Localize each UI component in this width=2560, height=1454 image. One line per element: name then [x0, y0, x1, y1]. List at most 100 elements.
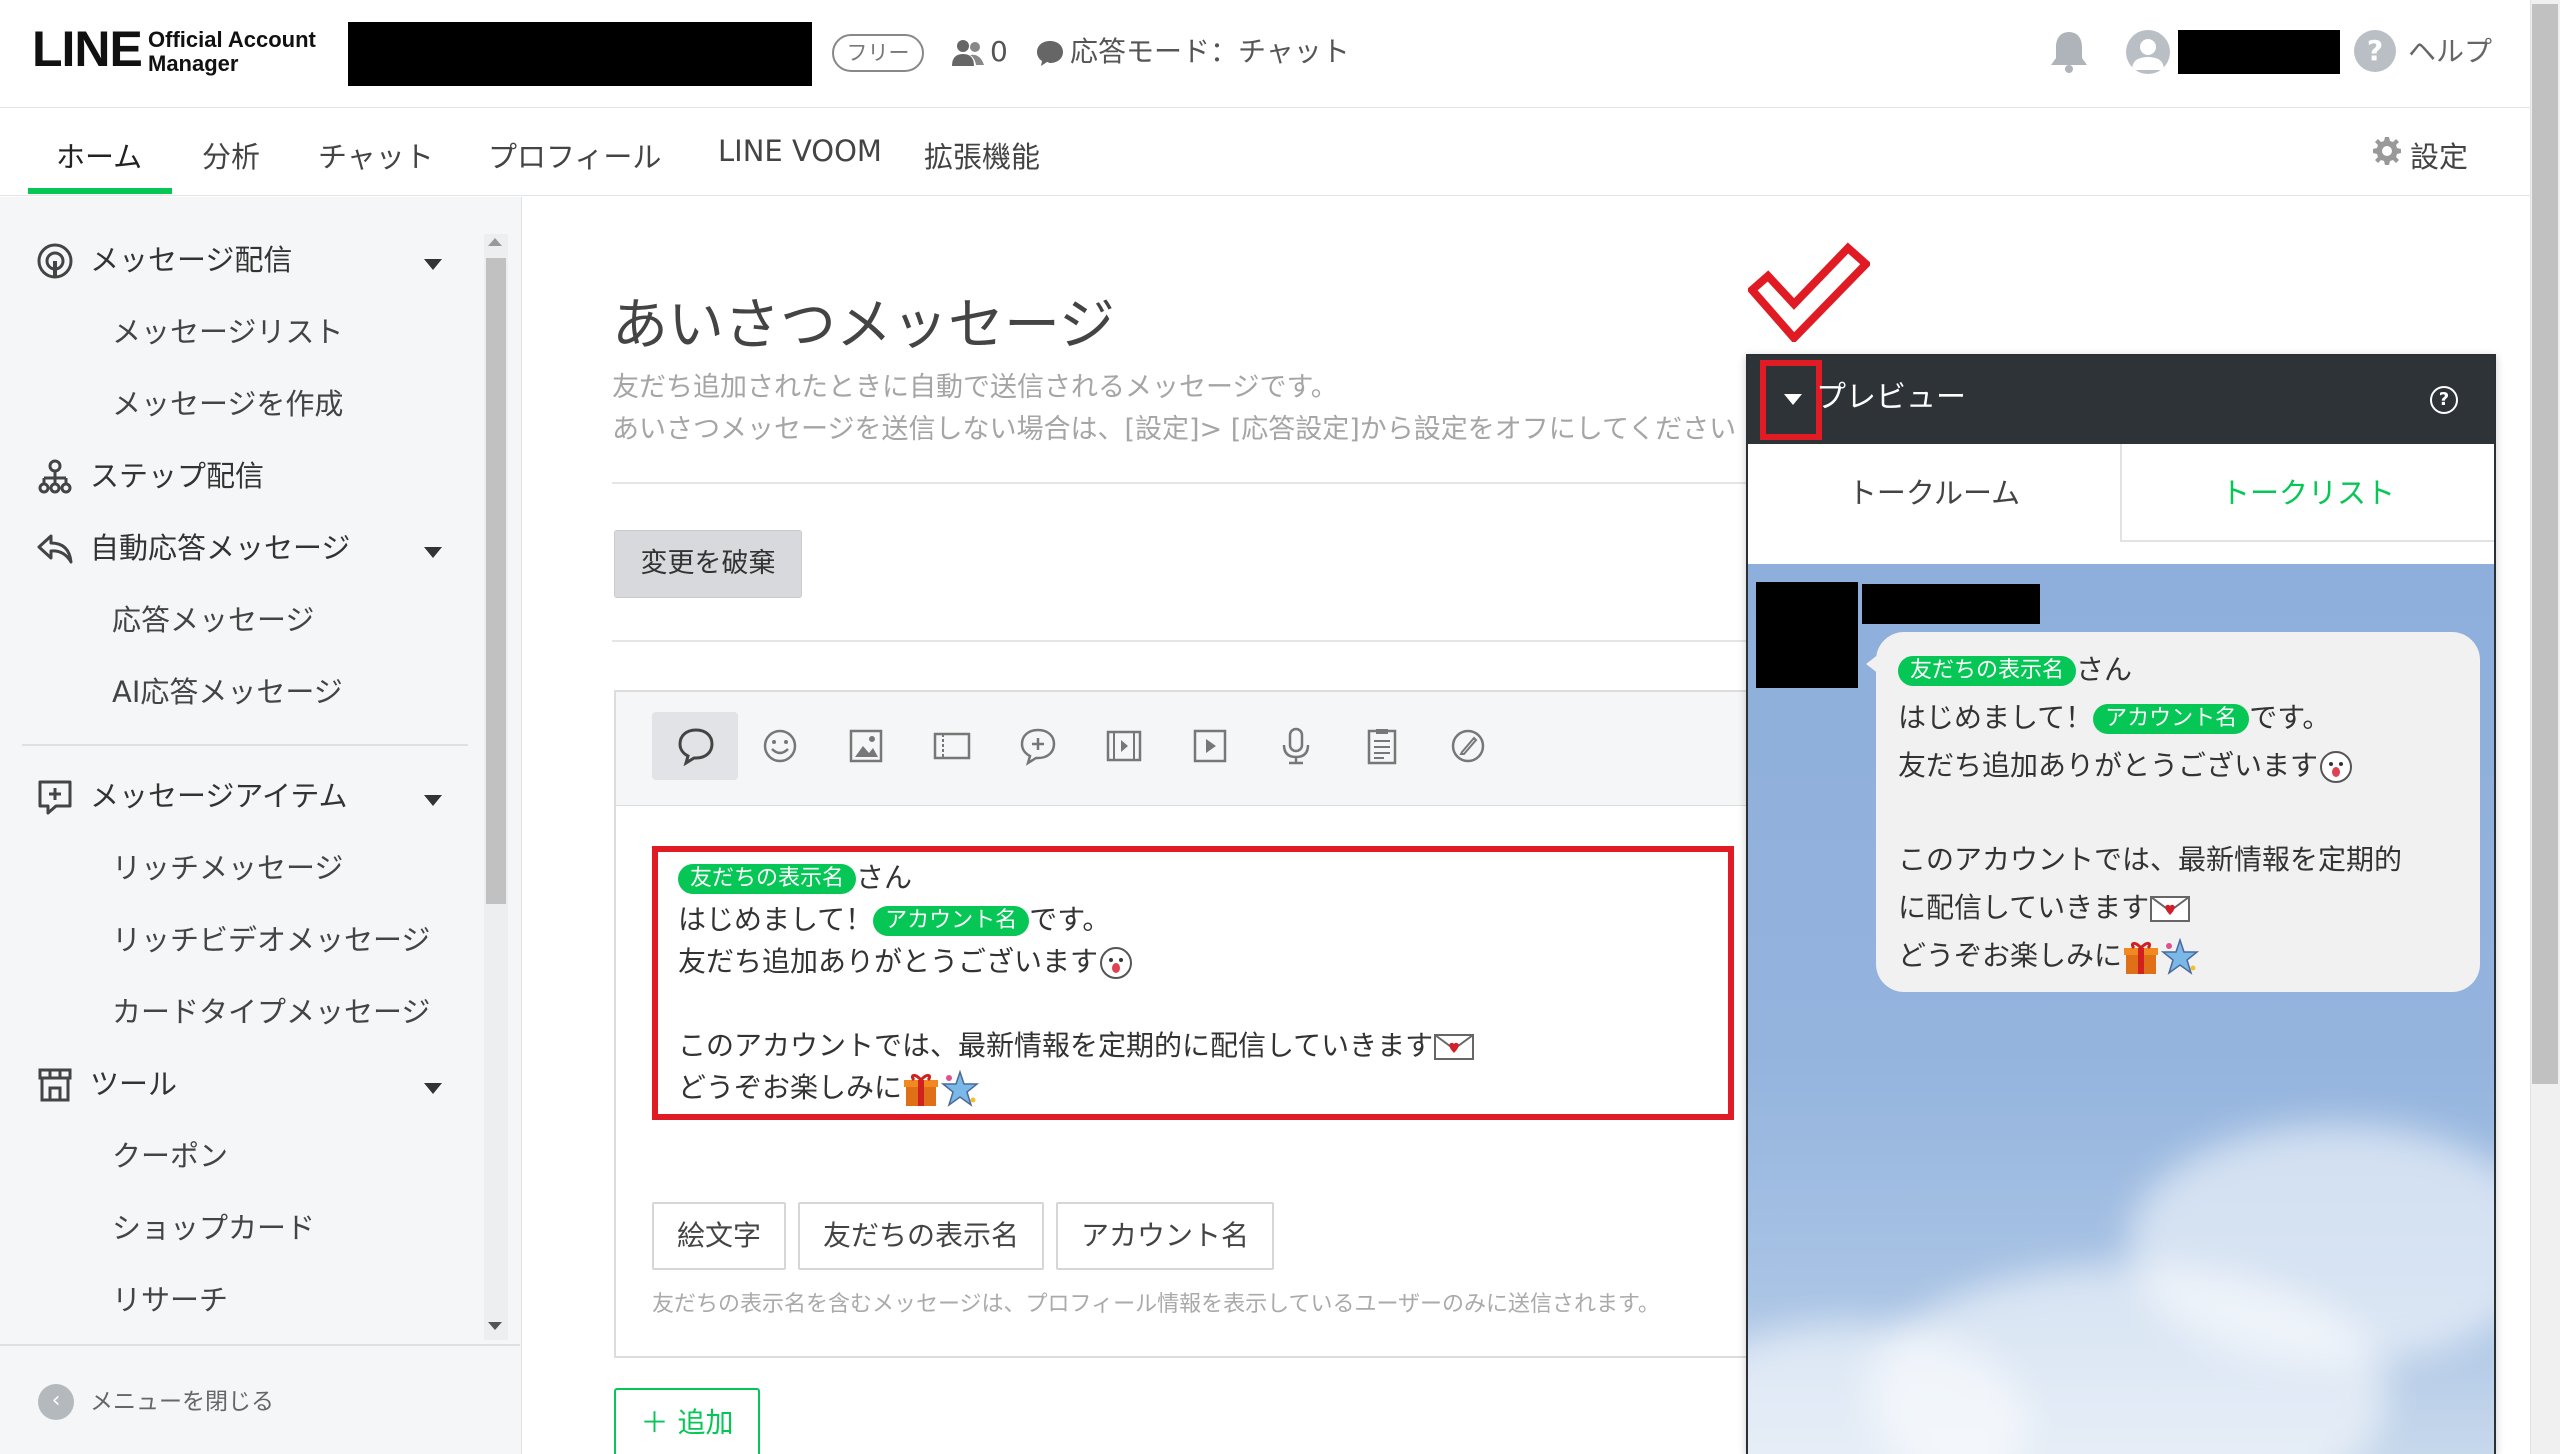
- scroll-up-arrow-icon[interactable]: [488, 238, 502, 246]
- sidebar-item-rich-message[interactable]: リッチメッセージ: [112, 848, 343, 888]
- envelope-heart-icon: [1434, 1034, 1475, 1060]
- friend-name-tag: 友だちの表示名: [1898, 656, 2077, 686]
- sidebar-scrollbar-thumb[interactable]: [486, 258, 506, 904]
- insert-account-name-button[interactable]: アカウント名: [1056, 1202, 1274, 1270]
- sidebar-item-ai-reply[interactable]: AI応答メッセージ: [112, 672, 343, 712]
- message-line-3[interactable]: 友だち追加ありがとうございます: [678, 942, 1134, 982]
- message-line-4[interactable]: このアカウントでは、最新情報を定期的に配信していきます: [678, 1026, 1475, 1066]
- preview-text: さん: [2076, 653, 2133, 686]
- redacted-user-name[interactable]: [2178, 30, 2340, 74]
- text-bubble-icon[interactable]: [676, 726, 716, 766]
- sidebar-item-coupon[interactable]: クーポン: [112, 1136, 228, 1176]
- preview-title: プレビュー: [1816, 380, 1966, 415]
- preview-line-2: はじめまして！ アカウント名 です。: [1898, 698, 2330, 738]
- preview-line-5: どうぞお楽しみに: [1898, 936, 2200, 976]
- sidebar-item-create-message[interactable]: メッセージを作成: [112, 384, 343, 424]
- tab-analytics[interactable]: 分析: [202, 134, 260, 176]
- redacted-account-name[interactable]: [348, 22, 812, 86]
- gift-box-icon: [2124, 941, 2159, 974]
- help-icon[interactable]: ?: [2354, 30, 2396, 72]
- brown-bear-emoji-icon: [1100, 947, 1133, 979]
- friend-name-tag[interactable]: 友だちの表示名: [678, 864, 857, 894]
- message-line-5[interactable]: どうぞお楽しみに: [678, 1068, 980, 1108]
- notification-bell-icon[interactable]: [2048, 30, 2090, 74]
- preview-help-icon[interactable]: ?: [2430, 386, 2458, 414]
- logo-subtitle-line1: Official Account: [148, 27, 316, 52]
- broadcast-icon: [37, 243, 73, 279]
- message-line-2[interactable]: はじめまして！ アカウント名 です。: [678, 900, 1110, 940]
- page-title: あいさつメッセージ: [612, 293, 1115, 358]
- gear-icon[interactable]: [2372, 136, 2402, 166]
- microphone-icon[interactable]: [1276, 726, 1316, 766]
- friend-name-hint: 友だちの表示名を含むメッセージは、プロフィール情報を表示しているユーザーのみに送…: [652, 1292, 1660, 1317]
- sparkle-star-icon: [940, 1070, 980, 1107]
- sidebar-item-tools[interactable]: ツール: [90, 1064, 177, 1104]
- chevron-down-icon[interactable]: [424, 795, 442, 806]
- sidebar-item-card-type-message[interactable]: カードタイプメッセージ: [112, 992, 430, 1032]
- rich-video-icon[interactable]: [1104, 726, 1144, 766]
- reply-icon: [37, 534, 73, 564]
- logo-subtitle: Official Account Manager: [148, 28, 316, 76]
- page-scrollbar-thumb[interactable]: [2532, 4, 2558, 1084]
- chevron-down-icon[interactable]: [424, 259, 442, 270]
- sidebar-item-step-delivery[interactable]: ステップ配信: [90, 456, 264, 496]
- add-message-button[interactable]: ＋ 追加: [614, 1388, 760, 1454]
- sidebar-item-auto-reply[interactable]: 自動応答メッセージ: [90, 528, 350, 568]
- tab-home[interactable]: ホーム: [56, 134, 142, 176]
- plan-badge: フリー: [832, 34, 924, 72]
- discard-changes-button[interactable]: 変更を破棄: [614, 530, 802, 598]
- account-name-tag[interactable]: アカウント名: [873, 906, 1030, 936]
- message-text: はじめまして！: [678, 903, 874, 936]
- section-divider: [612, 482, 1752, 484]
- sidebar-item-message-items[interactable]: メッセージアイテム: [90, 776, 348, 816]
- shop-icon: [38, 1068, 72, 1102]
- account-name-tag: アカウント名: [2093, 704, 2250, 734]
- sidebar-item-shop-card[interactable]: ショップカード: [112, 1208, 315, 1248]
- sparkle-star-icon: [2160, 938, 2200, 975]
- sidebar-item-rich-video-message[interactable]: リッチビデオメッセージ: [112, 920, 430, 960]
- message-text: どうぞお楽しみに: [678, 1071, 903, 1104]
- page-description-1: 友だち追加されたときに自動で送信されるメッセージです。: [612, 372, 1338, 403]
- annotation-highlight-collapse: [1760, 360, 1822, 440]
- tab-profile[interactable]: プロフィール: [488, 134, 661, 176]
- tab-extensions[interactable]: 拡張機能: [924, 134, 1040, 176]
- preview-text: です。: [2249, 701, 2331, 734]
- scroll-down-arrow-icon[interactable]: [488, 1322, 502, 1330]
- friends-count: 0: [990, 35, 1008, 68]
- tab-talk-room[interactable]: トークルーム: [1748, 444, 2122, 542]
- image-icon[interactable]: [846, 726, 886, 766]
- help-link[interactable]: ヘルプ: [2408, 32, 2492, 72]
- video-icon[interactable]: [1190, 726, 1230, 766]
- coupon-icon[interactable]: [932, 726, 972, 766]
- line-logo[interactable]: LINE: [32, 20, 143, 78]
- friends-icon: [952, 40, 984, 66]
- sidebar-item-research[interactable]: リサーチ: [112, 1280, 228, 1320]
- message-text: このアカウントでは、最新情報を定期的に配信していきます: [678, 1029, 1434, 1062]
- add-item-icon: [38, 780, 72, 815]
- close-menu-button[interactable]: メニューを閉じる: [90, 1384, 274, 1420]
- insert-friend-name-button[interactable]: 友だちの表示名: [798, 1202, 1044, 1270]
- card-icon[interactable]: [1448, 726, 1488, 766]
- tab-talk-list[interactable]: トークリスト: [2122, 444, 2494, 542]
- survey-icon[interactable]: [1362, 726, 1402, 766]
- tab-chat[interactable]: チャット: [318, 134, 434, 176]
- chevron-down-icon[interactable]: [424, 1083, 442, 1094]
- message-line-1[interactable]: 友だちの表示名 さん: [678, 858, 912, 898]
- chevron-down-icon[interactable]: [424, 547, 442, 558]
- gift-box-icon: [904, 1073, 939, 1106]
- sidebar-item-message-broadcast[interactable]: メッセージ配信: [90, 240, 292, 280]
- response-mode[interactable]: 応答モード：チャット: [1070, 32, 1350, 72]
- sidebar-divider: [22, 744, 468, 746]
- user-avatar[interactable]: [2126, 30, 2170, 74]
- preview-text: に配信していきます: [1898, 891, 2150, 924]
- chevron-left-icon[interactable]: ‹: [38, 1384, 74, 1420]
- sidebar-item-message-list[interactable]: メッセージリスト: [112, 312, 343, 352]
- rich-message-icon[interactable]: [1018, 726, 1058, 766]
- sidebar-item-reply-message[interactable]: 応答メッセージ: [112, 600, 314, 640]
- tab-line-voom[interactable]: LINE VOOM: [718, 134, 882, 168]
- page-description-2: あいさつメッセージを送信しない場合は、[設定]> [応答設定]から設定をオフにし…: [612, 414, 1737, 445]
- smiley-icon[interactable]: [760, 726, 800, 766]
- insert-emoji-button[interactable]: 絵文字: [652, 1202, 786, 1270]
- settings-link[interactable]: 設定: [2410, 134, 2468, 176]
- envelope-heart-icon: [2150, 896, 2191, 922]
